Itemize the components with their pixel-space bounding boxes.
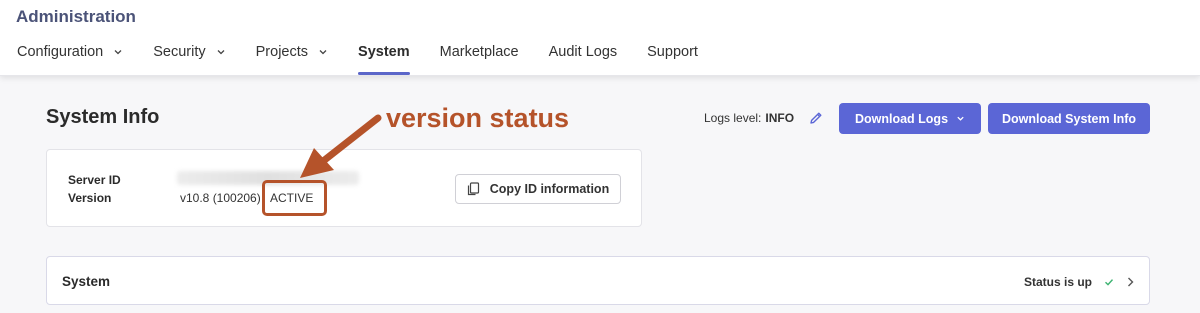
copy-id-button[interactable]: Copy ID information: [455, 174, 621, 204]
download-logs-label: Download Logs: [854, 111, 949, 126]
admin-header: Administration Configuration Security Pr…: [0, 0, 1200, 76]
nav-projects-label: Projects: [255, 44, 309, 60]
annotation-text: version status: [386, 103, 570, 133]
nav-configuration-label: Configuration: [17, 44, 104, 60]
system-section[interactable]: System Status is up: [46, 256, 1150, 305]
app-title: Administration: [16, 7, 136, 26]
server-id-label: Server ID: [68, 173, 121, 187]
nav-support-label: Support: [647, 44, 698, 60]
logs-level-value: INFO: [765, 111, 795, 125]
nav-security-label: Security: [153, 44, 206, 60]
chevron-down-icon: [319, 50, 327, 55]
logs-level-label: Logs level:: [704, 111, 762, 125]
annotation-arrow-icon: [300, 114, 382, 178]
nav-marketplace[interactable]: Marketplace: [440, 41, 519, 63]
download-logs-button[interactable]: Download Logs: [839, 103, 981, 134]
nav-marketplace-label: Marketplace: [439, 44, 519, 60]
nav-system-label: System: [358, 44, 410, 60]
download-system-info-button[interactable]: Download System Info: [988, 103, 1150, 134]
chevron-down-icon: [217, 50, 225, 55]
nav-configuration[interactable]: Configuration: [17, 41, 123, 63]
nav-projects[interactable]: Projects: [256, 41, 328, 63]
version-label: Version: [68, 191, 112, 205]
system-status: Status is up: [1024, 275, 1093, 289]
main-nav: Configuration Security Projects System M…: [17, 41, 728, 76]
check-icon: [1105, 279, 1114, 286]
copy-id-label: Copy ID information: [489, 182, 610, 196]
system-section-title: System: [62, 274, 111, 289]
nav-audit-logs[interactable]: Audit Logs: [549, 41, 618, 63]
download-system-info-label: Download System Info: [1001, 111, 1137, 126]
version-value: v10.8 (100206): [180, 191, 261, 205]
chevron-right-icon: [1128, 277, 1134, 287]
chevron-down-icon: [957, 116, 964, 121]
annotation-highlight-box: [262, 180, 327, 216]
nav-security[interactable]: Security: [153, 41, 225, 63]
logs-level: Logs level: INFO: [704, 111, 794, 125]
nav-support[interactable]: Support: [647, 41, 698, 63]
nav-system[interactable]: System: [358, 41, 410, 75]
pencil-icon[interactable]: [809, 111, 823, 125]
chevron-down-icon: [114, 50, 122, 55]
copy-icon: [467, 182, 479, 196]
nav-audit-logs-label: Audit Logs: [548, 44, 618, 60]
page-title: System Info: [46, 106, 160, 128]
